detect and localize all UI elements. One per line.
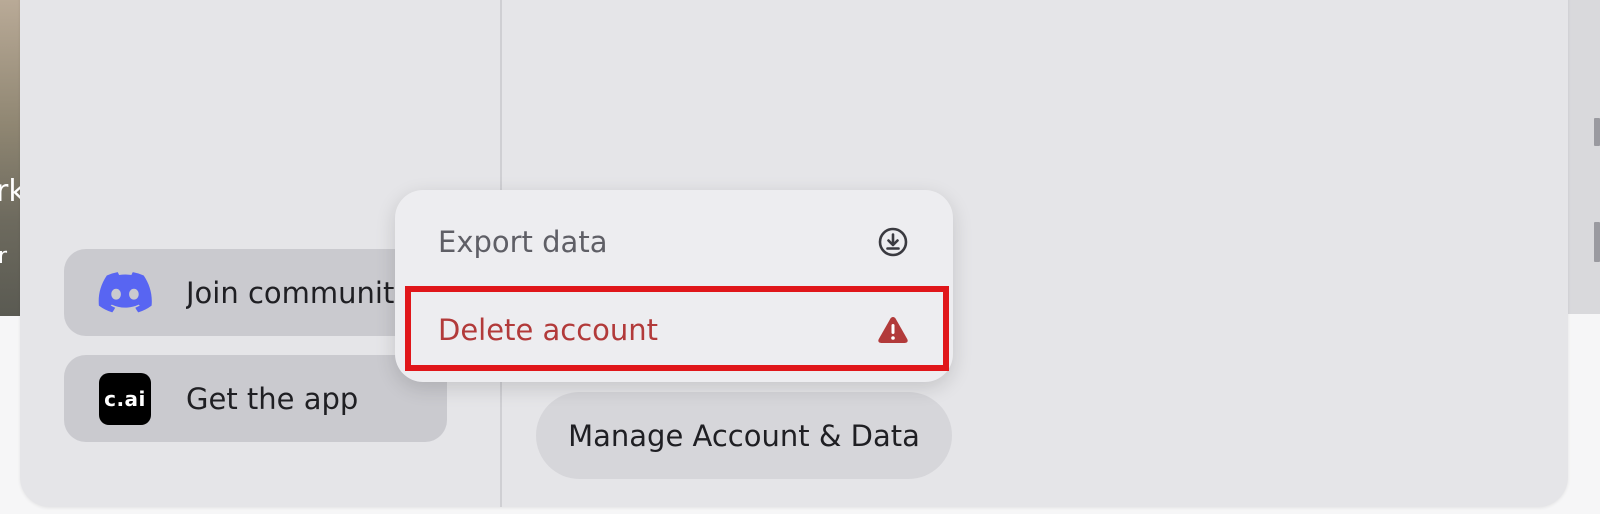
get-the-app-button[interactable]: c.ai Get the app [64,355,447,442]
scroll-marker [1594,118,1600,146]
export-data-label: Export data [438,225,608,259]
warning-icon [877,314,909,346]
menu-item-delete-account[interactable]: Delete account [395,290,953,370]
account-data-menu: Export data Delete account [395,190,953,382]
discord-icon [98,266,152,320]
app-logo: c.ai [98,372,152,426]
manage-account-button[interactable]: Manage Account & Data [536,392,952,479]
get-the-app-label: Get the app [186,381,359,416]
background-text: r [0,244,8,269]
download-icon [877,226,909,258]
join-community-button[interactable]: Join community [64,249,447,336]
delete-account-label: Delete account [438,313,659,347]
cai-logo-icon: c.ai [99,372,151,425]
scroll-marker [1594,222,1600,262]
menu-item-export-data[interactable]: Export data [395,202,953,282]
